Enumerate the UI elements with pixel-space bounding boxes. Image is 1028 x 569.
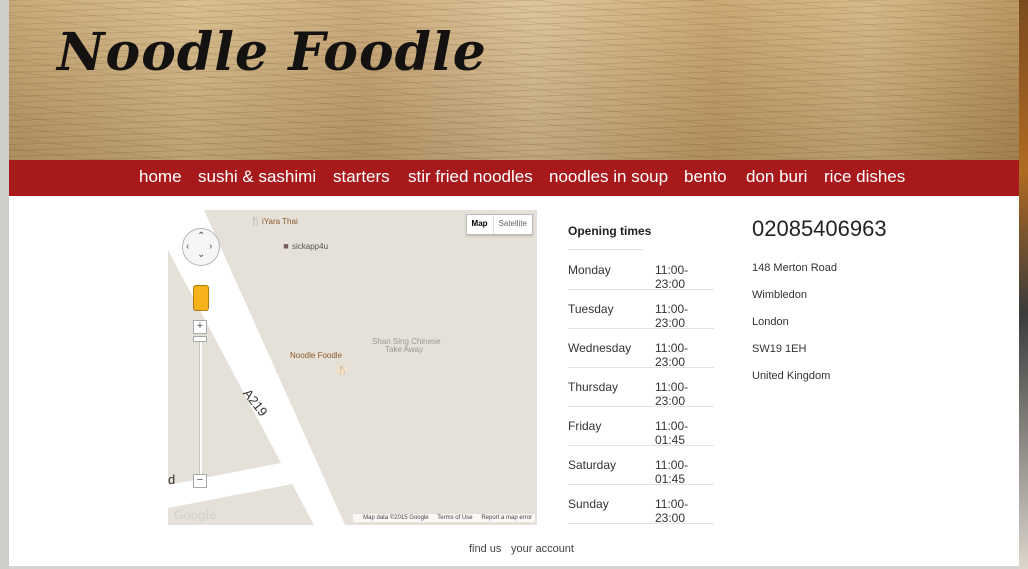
restaurant-marker-icon[interactable]: 🍴	[337, 365, 348, 375]
pan-control[interactable]: ⌃ ‹ › ⌄	[182, 228, 220, 266]
hours-time: 11:00-23:00	[655, 302, 689, 330]
map-roads	[168, 210, 345, 525]
pan-up-icon[interactable]: ⌃	[197, 231, 205, 242]
hours-day: Tuesday	[568, 302, 614, 316]
map-type-map-button[interactable]: Map	[467, 215, 494, 234]
nav-item-don-buri[interactable]: don buri	[746, 167, 807, 187]
hours-day: Wednesday	[568, 341, 632, 355]
hours-time: 11:00-23:00	[655, 263, 689, 291]
nav-item-starters[interactable]: starters	[333, 167, 390, 187]
nav-item-sushi-sashimi[interactable]: sushi & sashimi	[198, 167, 316, 187]
poi-iyara-thai[interactable]: iYara Thai	[262, 217, 298, 226]
google-logo[interactable]: Google	[174, 508, 217, 522]
pan-down-icon[interactable]: ⌄	[197, 249, 205, 260]
nav-item-stir-fried-noodles[interactable]: stir fried noodles	[408, 167, 533, 187]
restaurant-poi-icon[interactable]: 🍴	[250, 216, 261, 226]
map-type-control: Map Satellite	[465, 214, 533, 235]
map-type-satellite-button[interactable]: Satellite	[494, 215, 532, 234]
nav-item-bento[interactable]: bento	[684, 167, 727, 187]
nav-item-home[interactable]: home	[139, 167, 182, 187]
pan-left-icon[interactable]: ‹	[186, 241, 189, 252]
nav-item-rice-dishes[interactable]: rice dishes	[824, 167, 905, 187]
map-attribution: Map data ©2015 Google Terms of Use Repor…	[353, 514, 535, 522]
nav-item-noodles-in-soup[interactable]: noodles in soup	[549, 167, 668, 187]
hours-row: Sunday 11:00-23:00	[568, 484, 714, 525]
footer-find-us-link[interactable]: find us	[469, 543, 501, 555]
hours-day: Monday	[568, 263, 611, 277]
hours-row: Wednesday 11:00-23:00	[568, 328, 714, 369]
shop-poi-icon[interactable]: ■	[281, 241, 291, 251]
address-line-city: London	[752, 316, 789, 328]
zoom-slider-track[interactable]	[199, 338, 202, 476]
opening-times-title: Opening times	[568, 224, 652, 238]
address-line-street: 148 Merton Road	[752, 262, 837, 274]
header-banner: Noodle Foodle	[9, 0, 1019, 160]
hours-day: Friday	[568, 419, 602, 433]
site-title[interactable]: Noodle Foodle	[57, 22, 487, 83]
poi-sickapp4u[interactable]: sickapp4u	[292, 242, 328, 251]
hours-time: 11:00-23:00	[655, 341, 689, 369]
hours-time: 11:00-23:00	[655, 497, 689, 525]
map-terms-link[interactable]: Terms of Use	[437, 515, 472, 521]
pan-right-icon[interactable]: ›	[209, 241, 212, 252]
zoom-out-button[interactable]: −	[193, 474, 207, 488]
poi-shan-sing-line2[interactable]: Take Away	[385, 345, 423, 354]
hours-time: 11:00-01:45	[655, 458, 689, 486]
zoom-slider-handle[interactable]	[193, 336, 207, 342]
map-data-credit: Map data ©2015 Google	[363, 515, 429, 521]
street-view-pegman-icon[interactable]	[193, 285, 209, 311]
hours-day: Sunday	[568, 497, 609, 511]
map-report-error-link[interactable]: Report a map error	[481, 515, 532, 521]
poi-noodle-foodle[interactable]: Noodle Foodle	[290, 351, 342, 360]
address-line-postcode: SW19 1EH	[752, 343, 807, 355]
hours-row: Monday 11:00-23:00	[568, 250, 714, 291]
address-line-country: United Kingdom	[752, 370, 831, 382]
hours-day: Thursday	[568, 380, 619, 394]
footer-your-account-link[interactable]: your account	[511, 543, 574, 555]
address-line-area: Wimbledon	[752, 289, 808, 301]
zoom-in-button[interactable]: +	[193, 320, 207, 334]
hours-day: Saturday	[568, 458, 617, 472]
hours-row: Thursday 11:00-23:00	[568, 367, 714, 408]
hours-row: Tuesday 11:00-23:00	[568, 289, 714, 330]
hours-time: 11:00-01:45	[655, 419, 689, 447]
hours-time: 11:00-23:00	[655, 380, 689, 408]
hours-row: Saturday 11:00-01:45	[568, 445, 714, 486]
hours-row: Friday 11:00-01:45	[568, 406, 714, 447]
window-edge	[1019, 0, 1028, 569]
phone-number[interactable]: 02085406963	[752, 216, 887, 242]
map-edge-label: d	[168, 472, 176, 487]
location-map[interactable]: ⌃ ‹ › ⌄ + − Map Satellite 🍴 iYara Thai ■…	[168, 210, 537, 525]
main-nav: home sushi & sashimi starters stir fried…	[9, 160, 1019, 196]
